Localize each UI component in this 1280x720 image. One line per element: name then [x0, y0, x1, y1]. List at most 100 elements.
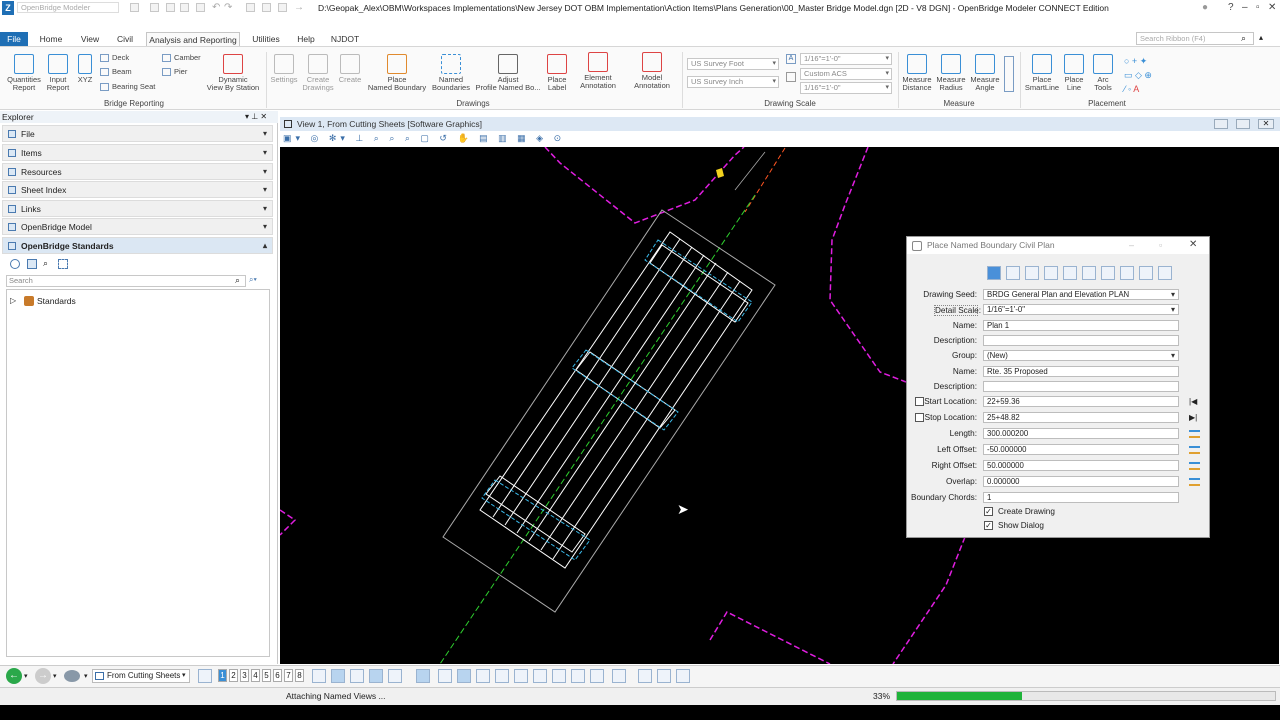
- tree-expand-icon[interactable]: ▷: [10, 296, 16, 305]
- refresh-icon[interactable]: [10, 259, 20, 269]
- description-field[interactable]: [983, 335, 1179, 346]
- intersect-icon[interactable]: [552, 669, 566, 683]
- dialog-minimize-icon[interactable]: –: [1129, 240, 1134, 250]
- minimize-icon[interactable]: –: [1242, 2, 1248, 13]
- 3d-box-tool-icon[interactable]: [1044, 266, 1058, 280]
- detail-scale-select[interactable]: 1/16"=1'-0": [983, 304, 1179, 315]
- print-icon[interactable]: [196, 3, 205, 12]
- cancel-x-icon[interactable]: [416, 669, 430, 683]
- tab-civil[interactable]: Civil: [114, 32, 136, 46]
- transfer-icon[interactable]: [262, 3, 271, 12]
- search-icon[interactable]: ⌕: [235, 275, 240, 286]
- tool-icon[interactable]: [388, 669, 402, 683]
- unit-select-1[interactable]: US Survey Foot: [687, 58, 779, 70]
- arc-tools-button[interactable]: Arc Tools: [1088, 54, 1118, 92]
- right-offset-lock-icon[interactable]: [1189, 462, 1200, 470]
- forward-icon[interactable]: →: [35, 668, 51, 684]
- line-tool-icon[interactable]: [1063, 266, 1077, 280]
- civil-profile-tool-icon[interactable]: [1006, 266, 1020, 280]
- grid-icon[interactable]: [676, 669, 690, 683]
- tab-utilities[interactable]: Utilities: [250, 32, 282, 46]
- curve-tool-icon[interactable]: [457, 669, 471, 683]
- measure-radius-button[interactable]: Measure Radius: [934, 54, 968, 92]
- create-drawings-button[interactable]: Create Drawings: [300, 54, 336, 92]
- close-icon[interactable]: ✕: [1268, 2, 1276, 13]
- acs-select[interactable]: Custom ACS: [800, 68, 892, 80]
- stop-location-pick-icon[interactable]: ▶|: [1189, 413, 1200, 422]
- adjust-profile-named-boundary-button[interactable]: Adjust Profile Named Bo...: [472, 54, 544, 92]
- tools-icon[interactable]: [278, 3, 287, 12]
- zoom-icon[interactable]: ⌕: [43, 258, 48, 269]
- left-offset-field[interactable]: -50.000000: [983, 444, 1179, 455]
- place-label-button[interactable]: Place Label: [544, 54, 570, 92]
- explorer-section-sheet-index[interactable]: Sheet Index ▾: [2, 181, 273, 198]
- show-dialog-checkbox[interactable]: ✓: [984, 521, 993, 530]
- saved-view-dropdown-icon[interactable]: ▾: [84, 672, 88, 680]
- boundary-chords-field[interactable]: 1: [983, 492, 1179, 503]
- target-icon[interactable]: [495, 669, 509, 683]
- arc-tool-icon[interactable]: [1158, 266, 1172, 280]
- dialog-maximize-icon[interactable]: ▫: [1159, 240, 1162, 250]
- forward-dropdown-icon[interactable]: ▾: [53, 672, 57, 680]
- view-number-3[interactable]: 3: [240, 669, 249, 682]
- create-drawing-checkbox[interactable]: ✓: [984, 507, 993, 516]
- dialog-close-icon[interactable]: ✕: [1189, 239, 1197, 250]
- back-dropdown-icon[interactable]: ▾: [24, 672, 28, 680]
- civil-plan-tool-icon[interactable]: [987, 266, 1001, 280]
- name-field[interactable]: Plan 1: [983, 320, 1179, 331]
- beam-button[interactable]: Beam: [100, 67, 132, 77]
- explorer-section-openbridge-model[interactable]: OpenBridge Model ▾: [2, 218, 273, 235]
- start-location-field[interactable]: 22+59.36: [983, 396, 1179, 407]
- new-file-icon[interactable]: [130, 3, 139, 12]
- grid-icon[interactable]: [657, 669, 671, 683]
- tab-file[interactable]: File: [0, 32, 28, 46]
- measure-more-icon[interactable]: [1004, 56, 1014, 92]
- deck-button[interactable]: Deck: [100, 53, 129, 63]
- view-selector[interactable]: From Cutting Sheets: [92, 669, 190, 683]
- view-minimize-icon[interactable]: [1214, 119, 1228, 129]
- view-number-5[interactable]: 5: [262, 669, 271, 682]
- explorer-section-file[interactable]: File ▾: [2, 125, 273, 142]
- snap-tool-icon[interactable]: [312, 669, 326, 683]
- measure-angle-button[interactable]: Measure Angle: [968, 54, 1002, 92]
- placement-tools-icon[interactable]: ○ + ✦ ▭ ◇ ⊕ ⁄ ◦ A: [1124, 54, 1184, 96]
- acs-icon[interactable]: [786, 72, 796, 82]
- create-button[interactable]: Create: [336, 54, 364, 84]
- arrow-icon[interactable]: →: [294, 2, 304, 13]
- model-annotation-button[interactable]: Model Annotation: [626, 52, 678, 90]
- search-ribbon-input[interactable]: Search Ribbon (F4): [1136, 32, 1254, 45]
- explorer-section-items[interactable]: Items ▾: [2, 144, 273, 161]
- shape-tool-icon[interactable]: [1139, 266, 1153, 280]
- help-icon[interactable]: ?: [1228, 2, 1234, 13]
- xyz-button[interactable]: XYZ: [74, 54, 96, 84]
- view-number-7[interactable]: 7: [284, 669, 293, 682]
- redo-icon[interactable]: ↷: [224, 2, 232, 13]
- tab-njdot[interactable]: NJDOT: [330, 32, 360, 46]
- undo-icon[interactable]: ↶: [212, 2, 220, 13]
- ribbon-collapse-icon[interactable]: ▴: [1259, 33, 1263, 42]
- save-icon[interactable]: [166, 3, 175, 12]
- tab-analysis-and-reporting[interactable]: Analysis and Reporting: [146, 32, 240, 46]
- library-icon[interactable]: [27, 259, 37, 269]
- search-options-icon[interactable]: ⌕▾: [249, 275, 257, 285]
- overlap-lock-icon[interactable]: [1189, 478, 1200, 486]
- length-lock-icon[interactable]: [1189, 430, 1200, 438]
- tab-view[interactable]: View: [78, 32, 102, 46]
- explorer-menu-icon[interactable]: ▾ ⊥ ✕: [245, 112, 267, 121]
- pencil-tool-icon[interactable]: [1082, 266, 1096, 280]
- corner-icon[interactable]: [590, 669, 604, 683]
- view-number-8[interactable]: 8: [295, 669, 304, 682]
- tool-icon[interactable]: [350, 669, 364, 683]
- restore-icon[interactable]: ▫: [1256, 2, 1260, 13]
- pier-button[interactable]: Pier: [162, 67, 187, 77]
- place-line-button[interactable]: Place Line: [1062, 54, 1086, 92]
- chevron-down-icon[interactable]: ▾: [182, 671, 186, 679]
- left-offset-lock-icon[interactable]: [1189, 446, 1200, 454]
- curve-tool-icon[interactable]: [438, 669, 452, 683]
- view-close-icon[interactable]: ✕: [1258, 119, 1274, 129]
- accudraw-icon[interactable]: [331, 669, 345, 683]
- annotation-scale-icon[interactable]: A: [786, 54, 796, 64]
- named-boundaries-button[interactable]: Named Boundaries: [430, 54, 472, 92]
- view-restore-icon[interactable]: [1236, 119, 1250, 129]
- filter-icon[interactable]: [58, 259, 68, 269]
